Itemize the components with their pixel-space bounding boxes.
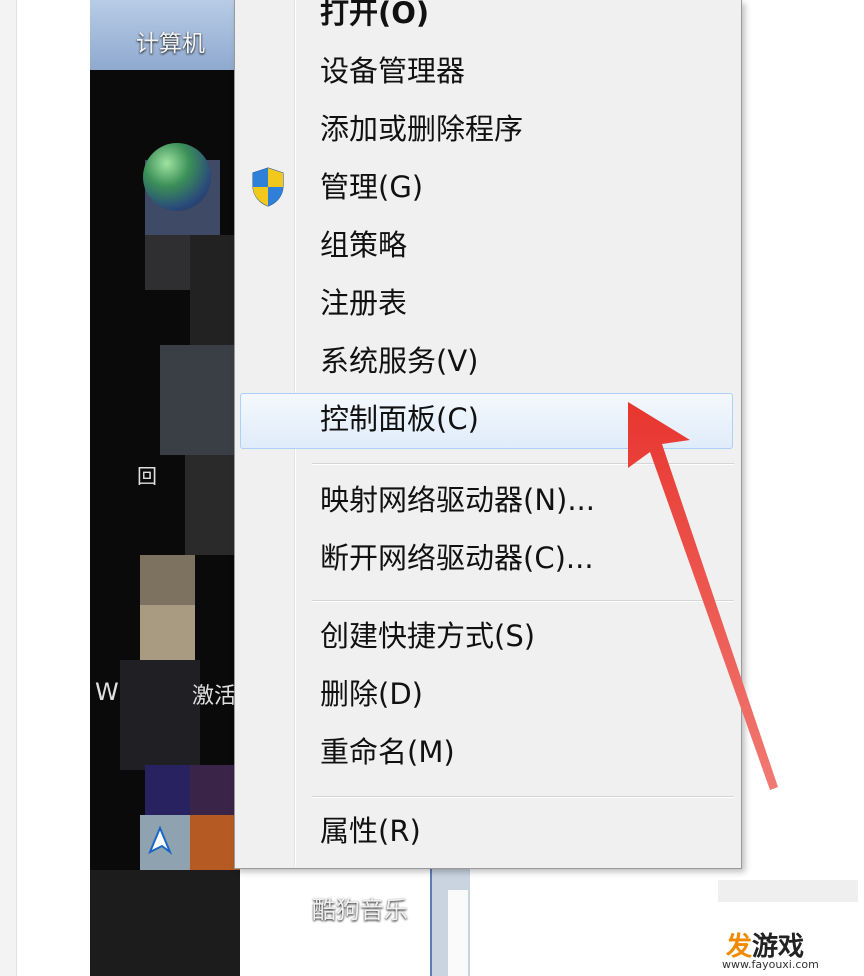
menu-item-create-shortcut[interactable]: 创建快捷方式(S)	[320, 616, 535, 656]
uac-shield-icon	[252, 167, 284, 207]
desktop-partial-label: 回	[137, 464, 157, 488]
menu-separator	[312, 600, 734, 602]
window-edge-inner	[448, 890, 468, 976]
watermark-band	[718, 880, 858, 902]
pixelated-block	[190, 235, 240, 345]
pixelated-block	[185, 455, 240, 555]
menu-separator	[312, 796, 734, 798]
pixelated-block	[190, 765, 240, 815]
menu-item-highlight	[240, 393, 733, 449]
menu-item-rename[interactable]: 重命名(M)	[320, 732, 455, 772]
kugou-music-icon-label: 酷狗音乐	[312, 896, 408, 924]
shortcut-arrow-icon	[148, 825, 173, 855]
menu-item-properties[interactable]: 属性(R)	[320, 811, 421, 851]
page-margin	[0, 0, 16, 976]
network-globe-icon[interactable]	[143, 143, 211, 211]
menu-separator	[312, 463, 734, 465]
pixelated-block	[120, 660, 200, 770]
menu-item-device-manager[interactable]: 设备管理器	[320, 51, 465, 91]
pixelated-block	[145, 235, 195, 290]
menu-item-registry[interactable]: 注册表	[320, 283, 407, 323]
pixelated-block	[145, 765, 195, 815]
desktop-partial-label: W	[95, 678, 119, 706]
menu-item-open[interactable]: 打开(O)	[320, 0, 429, 33]
pixelated-block	[190, 815, 240, 870]
menu-item-map-network-drive[interactable]: 映射网络驱动器(N)...	[320, 480, 595, 520]
menu-item-group-policy[interactable]: 组策略	[320, 225, 407, 265]
menu-item-delete[interactable]: 删除(D)	[320, 674, 423, 714]
pixelated-block	[160, 345, 240, 455]
menu-item-system-services[interactable]: 系统服务(V)	[320, 341, 478, 381]
computer-icon-label: 计算机	[136, 31, 205, 57]
desktop-partial-label: 激活	[192, 684, 237, 709]
pixelated-block	[140, 605, 195, 660]
menu-item-disconnect-network-drive[interactable]: 断开网络驱动器(C)...	[320, 538, 594, 578]
pixelated-block	[90, 870, 240, 976]
site-logo-url: www.fayouxi.com	[722, 958, 819, 971]
menu-item-add-remove-programs[interactable]: 添加或删除程序	[320, 109, 523, 149]
menu-item-manage[interactable]: 管理(G)	[320, 167, 423, 207]
pixelated-block	[140, 555, 195, 605]
menu-item-control-panel[interactable]: 控制面板(C)	[320, 399, 479, 439]
